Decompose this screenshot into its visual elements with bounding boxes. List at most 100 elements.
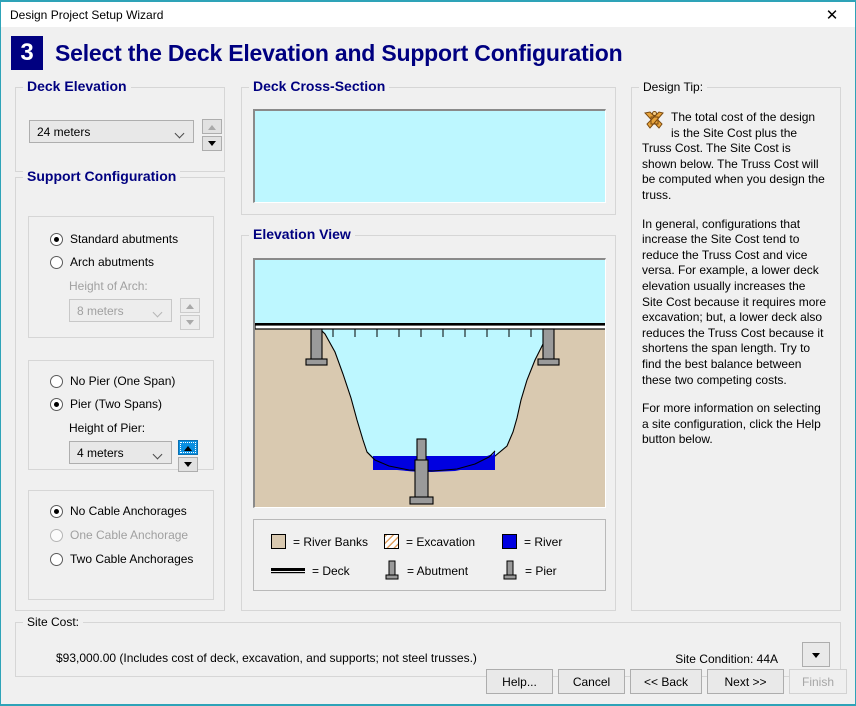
legend-label: = Deck [312,564,350,578]
triangle-up-icon [184,445,192,451]
radio-two-cable-anchorages-label: Two Cable Anchorages [70,552,194,566]
abutments-panel: Standard abutments Arch abutments Height… [28,216,214,338]
legend-item-deck: = Deck [271,564,350,578]
drafting-compass-icon [644,111,664,129]
support-configuration-group: Support Configuration Standard abutments… [15,168,225,611]
finish-button: Finish [789,669,847,694]
radio-arch-abutments-indicator[interactable] [50,255,63,269]
radio-standard-abutments-indicator[interactable] [50,232,63,246]
legend-label: = Abutment [407,564,469,578]
radio-one-cable-anchorage: One Cable Anchorage [50,528,188,542]
radio-two-cable-anchorages-indicator[interactable] [50,552,63,566]
triangle-up-icon [186,303,194,309]
radio-pier-two-spans-label: Pier (Two Spans) [70,397,163,411]
back-button[interactable]: << Back [630,669,702,694]
deck-elevation-spinner-down[interactable] [202,136,222,151]
site-cost-legend: Site Cost: [23,615,84,629]
pier-height-spinner-down[interactable] [178,457,198,472]
abutment-swatch [385,560,399,580]
arch-height-value: 8 meters [77,303,124,318]
elevation-view-canvas [253,258,606,508]
deck-elevation-spinner-up[interactable] [202,119,222,134]
help-button[interactable]: Help... [486,669,553,694]
radio-one-cable-anchorage-label: One Cable Anchorage [70,528,189,542]
radio-no-cable-anchorages-indicator[interactable] [50,504,63,518]
elevation-view-legend: Elevation View [249,226,355,242]
arch-height-spinner[interactable] [180,298,200,330]
pier-height-spinner-up[interactable] [178,440,198,455]
pier-height-spinner[interactable] [178,440,198,472]
arch-height-combo[interactable]: 8 meters [69,299,172,322]
river-banks-swatch [271,534,286,549]
excavation-swatch [384,534,399,549]
radio-no-pier-label: No Pier (One Span) [70,374,176,388]
river-swatch [502,534,517,549]
deck-cross-section-group: Deck Cross-Section [241,78,616,215]
deck-elevation-combo[interactable]: 24 meters [29,120,194,143]
legend-label: = Excavation [406,534,476,549]
pier-height-combo[interactable]: 4 meters [69,441,172,464]
arch-height-spinner-up[interactable] [180,298,200,313]
radio-no-cable-anchorages-label: No Cable Anchorages [70,504,187,518]
next-button[interactable]: Next >> [707,669,784,694]
window-title: Design Project Setup Wizard [10,7,164,22]
legend-label: = River [524,534,563,549]
legend-label: = River Banks [293,534,369,549]
radio-no-pier[interactable]: No Pier (One Span) [50,374,175,388]
deck-elevation-spinner[interactable] [202,119,222,151]
radio-two-cable-anchorages[interactable]: Two Cable Anchorages [50,552,193,566]
height-of-pier-label: Height of Pier: [69,421,146,435]
chevron-down-icon [154,451,163,456]
design-tip-paragraph-1: The total cost of the design is the Site… [642,110,825,202]
chevron-down-icon [154,309,163,314]
radio-no-cable-anchorages[interactable]: No Cable Anchorages [50,504,187,518]
arch-height-spinner-down[interactable] [180,315,200,330]
deck-swatch [271,568,305,574]
site-condition-dropdown-button[interactable] [802,642,830,667]
radio-one-cable-anchorage-indicator [50,528,63,542]
legend-item-pier: = Pier [502,560,557,582]
anchorages-panel: No Cable Anchorages One Cable Anchorage … [28,490,214,600]
wizard-window: 3 Select the Deck Elevation and Support … [0,27,856,706]
close-icon[interactable]: ✕ [809,2,855,27]
legend-item-excavation: = Excavation [384,534,475,549]
deck-cross-section-canvas [253,109,606,203]
design-tip-paragraph-3: For more information on selecting a site… [642,401,821,447]
triangle-down-icon [208,140,216,146]
elevation-view-group: Elevation View = River Banks = Excavatio… [241,226,616,611]
legend-label: = Pier [525,564,557,578]
radio-standard-abutments-label: Standard abutments [70,232,179,246]
radio-arch-abutments[interactable]: Arch abutments [50,255,154,269]
height-of-arch-label: Height of Arch: [69,279,148,293]
design-tip-legend: Design Tip: [639,80,708,94]
legend-item-river: = River [502,534,562,549]
triangle-down-icon [186,319,194,325]
deck-cross-section-legend: Deck Cross-Section [249,78,390,94]
cancel-button[interactable]: Cancel [558,669,625,694]
triangle-down-icon [184,461,192,467]
radio-arch-abutments-label: Arch abutments [70,255,155,269]
site-condition-label: Site Condition: 44A [675,652,778,666]
chevron-down-icon [176,130,185,135]
legend-item-river-banks: = River Banks [271,534,368,549]
radio-no-pier-indicator[interactable] [50,374,63,388]
radio-pier-two-spans[interactable]: Pier (Two Spans) [50,397,162,411]
deck-elevation-group: Deck Elevation 24 meters [15,78,225,172]
site-cost-value: $93,000.00 (Includes cost of deck, excav… [56,651,477,665]
deck-elevation-value: 24 meters [37,124,91,139]
design-tip-group: Design Tip: The total cost of the design… [631,80,841,611]
design-tip-paragraph-2: In general, configurations that increase… [642,216,827,387]
window-titlebar: Design Project Setup Wizard ✕ [0,0,856,27]
design-tip-text: The total cost of the design is the Site… [642,110,827,448]
legend-item-abutment: = Abutment [384,560,468,582]
elevation-view-drawing [255,260,605,507]
support-configuration-legend: Support Configuration [23,168,181,184]
piers-panel: No Pier (One Span) Pier (Two Spans) Heig… [28,360,214,472]
page-title: Select the Deck Elevation and Support Co… [55,39,623,66]
deck-elevation-legend: Deck Elevation [23,78,131,94]
pier-swatch [503,560,517,580]
pier-height-value: 4 meters [77,445,124,460]
radio-standard-abutments[interactable]: Standard abutments [50,232,178,246]
radio-pier-two-spans-indicator[interactable] [50,397,63,411]
triangle-up-icon [208,124,216,130]
